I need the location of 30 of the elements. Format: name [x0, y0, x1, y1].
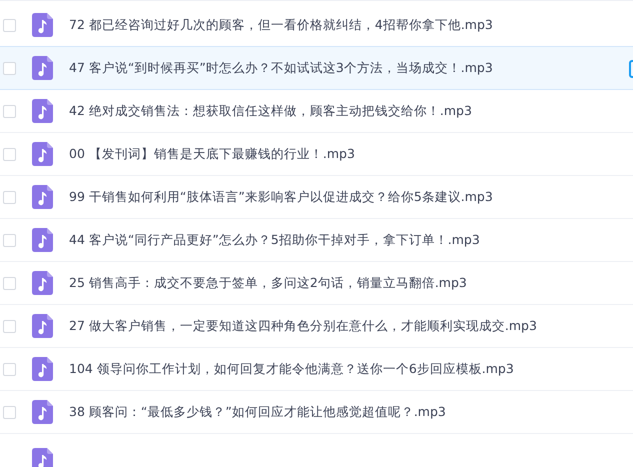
file-name[interactable]: 25 销售高手：成交不要急于签单，多问这2句话，销量立马翻倍.mp3 — [69, 274, 467, 292]
checkbox[interactable] — [3, 320, 16, 332]
file-name[interactable]: 38 顾客问：“最低多少钱？”如何回应才能让他感觉超值呢？.mp3 — [69, 404, 446, 420]
music-file-icon — [32, 13, 53, 37]
file-name[interactable]: 72 都已经咨询过好几次的顾客，但一看价格就纠结，4招帮你拿下他.mp3 — [69, 16, 493, 34]
music-file-icon — [32, 99, 53, 123]
file-name[interactable]: 99 干销售如何利用“肢体语言”来影响客户以促进成交？给你5条建议.mp3 — [69, 188, 493, 206]
checkbox[interactable] — [3, 362, 16, 376]
checkbox[interactable] — [3, 104, 16, 118]
music-file-icon — [32, 142, 53, 166]
music-file-icon — [32, 185, 53, 209]
music-file-icon — [32, 271, 53, 295]
music-file-icon — [32, 314, 53, 338]
file-name[interactable]: 00 【发刊词】销售是天底下最赚钱的行业！.mp3 — [69, 146, 355, 162]
file-name[interactable]: 27 做大客户销售，一定要知道这四种角色分别在意什么，才能顺利实现成交.mp3 — [69, 318, 537, 334]
file-name[interactable]: 104 领导问你工作计划，如何回复才能令他满意？送你一个6步回应模板.mp3 — [69, 360, 514, 378]
checkbox[interactable] — [3, 406, 16, 418]
music-file-icon — [32, 228, 53, 252]
checkbox[interactable] — [3, 148, 16, 160]
music-file-icon — [32, 357, 53, 381]
checkbox[interactable] — [3, 276, 16, 290]
file-name[interactable]: 42 绝对成交销售法：想获取信任这样做，顾客主动把钱交给你！.mp3 — [69, 102, 472, 120]
checkbox[interactable] — [3, 190, 16, 204]
music-file-icon — [32, 448, 53, 467]
checkbox[interactable] — [3, 234, 16, 246]
checkbox[interactable] — [3, 62, 16, 74]
music-file-icon — [32, 56, 53, 80]
checkbox[interactable] — [3, 18, 16, 32]
music-file-icon — [32, 400, 53, 424]
file-name[interactable]: 44 客户说“同行产品更好”怎么办？5招助你干掉对手，拿下订单！.mp3 — [69, 232, 480, 248]
